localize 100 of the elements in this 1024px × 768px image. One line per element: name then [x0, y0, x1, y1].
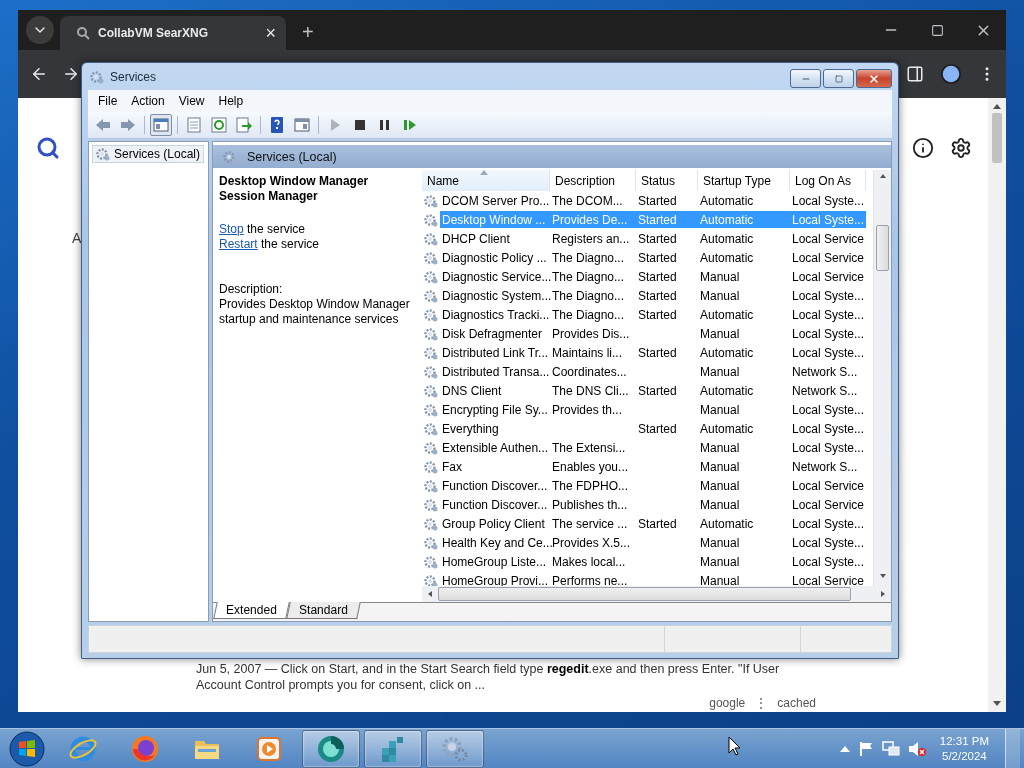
- taskbar-button[interactable]: [364, 729, 422, 768]
- settings-icon[interactable]: [950, 137, 972, 159]
- table-cell-text: Automatic: [699, 193, 755, 208]
- view-tab[interactable]: Extended: [213, 602, 290, 619]
- table-cell-text: Local Syste...: [791, 402, 866, 417]
- table-cell-text: Enables you...: [551, 459, 630, 474]
- table-cell-text: The Diagno...: [551, 269, 626, 284]
- maximize-icon[interactable]: [930, 23, 944, 37]
- tab-menu-button[interactable]: [26, 16, 54, 44]
- menu-item[interactable]: View: [172, 92, 211, 110]
- table-cell-text: Automatic: [699, 307, 755, 322]
- scrollbar[interactable]: [422, 586, 891, 602]
- menu-item[interactable]: File: [92, 92, 124, 110]
- service-row[interactable]: Function Discover... The FDPHO... Manual Local Service: [440, 477, 866, 494]
- view-tab[interactable]: Standard: [285, 602, 361, 619]
- service-row[interactable]: Group Policy Client The service ... Started Automatic Local Syste...: [440, 515, 866, 532]
- table-cell-text: Local Syste...: [791, 554, 866, 569]
- scrollbar[interactable]: [988, 98, 1006, 712]
- gear-icon: [424, 288, 438, 303]
- muted-speaker-icon[interactable]: [907, 740, 926, 757]
- table-cell-text: Coordinates...: [551, 364, 628, 379]
- tree-pane-icon: [152, 116, 170, 134]
- table-cell-text: Distributed Link Tr...: [441, 345, 550, 360]
- table-cell-text: Automatic: [699, 345, 755, 360]
- table-cell-text: Makes local...: [551, 554, 627, 569]
- table-cell-text: Manual: [699, 364, 741, 379]
- table-cell-text: Encrypting File Sy...: [441, 402, 549, 417]
- table-cell-text: Automatic: [699, 212, 755, 227]
- table-cell-text: Automatic: [699, 421, 755, 436]
- service-row[interactable]: Disk Defragmenter Provides Dis... Manual Local Syste...: [440, 325, 866, 342]
- service-row[interactable]: Extensible Authen... The Extensi... Manual Local Syste...: [440, 439, 866, 456]
- table-cell-text: The service ...: [551, 516, 629, 531]
- new-tab-button[interactable]: +: [302, 21, 314, 44]
- taskbar-button[interactable]: [302, 729, 360, 768]
- side-panel-icon[interactable]: [906, 65, 924, 83]
- service-row[interactable]: HomeGroup Liste... Makes local... Manual Local Syste...: [440, 553, 866, 570]
- service-row[interactable]: Diagnostics Tracki... The Diagno... Started Automatic Local Syste...: [440, 306, 866, 323]
- flag-icon[interactable]: [857, 740, 874, 757]
- minimize-button[interactable]: [790, 69, 821, 88]
- service-row[interactable]: DNS Client The DNS Cli... Started Automatic Network S...: [440, 382, 866, 399]
- service-row[interactable]: Diagnostic Service...The Diagno... Started Manual Local Service: [440, 268, 866, 285]
- table-cell-text: The FDPHO...: [551, 478, 629, 493]
- table-cell-text: Local Syste...: [791, 421, 866, 436]
- gear-icon: [424, 497, 438, 512]
- profile-icon[interactable]: [940, 63, 962, 85]
- service-row[interactable]: Distributed Transa... Coordinates... Manual Network S...: [440, 363, 866, 380]
- table-cell-text: Manual: [699, 535, 741, 550]
- table-cell-text: Automatic: [699, 231, 755, 246]
- scrollbar[interactable]: [873, 170, 891, 586]
- maximize-button[interactable]: [823, 69, 854, 88]
- result-link[interactable]: google: [709, 696, 746, 710]
- close-button[interactable]: [856, 69, 892, 88]
- back-icon[interactable]: [30, 65, 48, 83]
- result-link[interactable]: cached: [777, 696, 816, 710]
- gear-icon: [424, 402, 438, 417]
- table-cell-text: Local Syste...: [791, 535, 866, 550]
- table-cell-text: Started: [637, 345, 678, 360]
- service-row[interactable]: Distributed Link Tr... Maintains li... Started Automatic Local Syste...: [440, 344, 866, 361]
- service-row[interactable]: DCOM Server Pro... The DCOM... Started Automatic Local Syste...: [440, 192, 866, 209]
- show-desktop-button[interactable]: [1005, 729, 1020, 768]
- table-cell-text: Disk Defragmenter: [441, 326, 544, 341]
- column-header[interactable]: Name: [422, 170, 550, 191]
- table-cell-text: Started: [637, 193, 678, 208]
- gear-icon: [424, 193, 438, 208]
- service-row[interactable]: Function Discover... Publishes th... Manual Local Service: [440, 496, 866, 513]
- menu-item[interactable]: Help: [212, 92, 250, 110]
- table-cell-text: Started: [637, 250, 678, 265]
- network-icon[interactable]: [881, 740, 900, 757]
- table-cell-text: Local Syste...: [791, 193, 866, 208]
- action-link[interactable]: Stop: [219, 222, 244, 236]
- gear-icon: [424, 231, 438, 246]
- service-row[interactable]: DHCP Client Registers an... Started Automatic Local Service: [440, 230, 866, 247]
- menu-item[interactable]: Action: [125, 92, 171, 110]
- tab-title: CollabVM SearXNG: [98, 26, 210, 40]
- table-cell-text: Started: [637, 269, 678, 284]
- service-row[interactable]: Encrypting File Sy... Provides th... Manual Local Syste...: [440, 401, 866, 418]
- service-row[interactable]: Diagnostic Policy ... The Diagno... Started Automatic Local Service: [440, 249, 866, 266]
- service-row[interactable]: Health Key and Ce...Provides X.5... Manual Local Syste...: [440, 534, 866, 551]
- search-icon[interactable]: [36, 136, 60, 160]
- caret-up-icon[interactable]: [839, 745, 850, 752]
- forward-icon[interactable]: [62, 65, 80, 83]
- table-cell-text: Diagnostic Service...: [441, 269, 550, 284]
- table-cell-text: Local Syste...: [791, 288, 866, 303]
- table-cell-text: Local Syste...: [791, 345, 866, 360]
- service-row[interactable]: Fax Enables you... Manual Network S...: [440, 458, 866, 475]
- action-link[interactable]: Restart: [219, 237, 258, 251]
- tree-item[interactable]: Services (Local): [92, 145, 205, 163]
- start-orb-icon[interactable]: [8, 729, 46, 768]
- table-cell-text: Diagnostics Tracki...: [441, 307, 550, 322]
- table-cell-text: Provides X.5...: [552, 535, 632, 550]
- tab-close-button[interactable]: ×: [265, 22, 276, 44]
- table-cell-text: The Diagno...: [551, 307, 626, 322]
- browser-tab[interactable]: CollabVM SearXNG ×: [60, 16, 286, 50]
- service-row[interactable]: Diagnostic System...The Diagno... Started Manual Local Syste...: [440, 287, 866, 304]
- category-tab[interactable]: A: [72, 230, 82, 246]
- table-cell-text: Fax: [441, 459, 463, 474]
- taskbar-button[interactable]: [426, 729, 484, 768]
- service-row[interactable]: Everything Started Automatic Local Syste...: [440, 420, 866, 437]
- info-icon[interactable]: [912, 137, 934, 159]
- table-cell-text: DHCP Client: [441, 231, 511, 246]
